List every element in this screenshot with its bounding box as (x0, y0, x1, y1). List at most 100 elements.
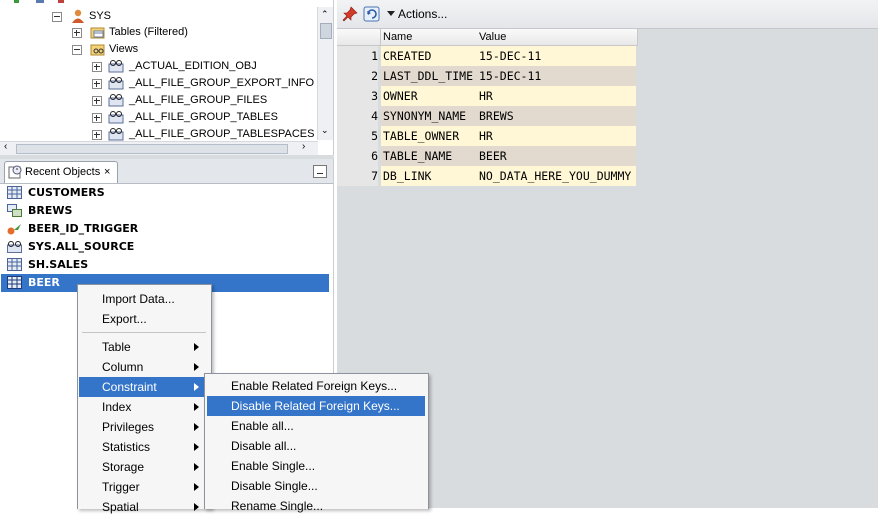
view-icon (108, 76, 124, 90)
menu-item-rename-single[interactable]: Rename Single... (205, 496, 428, 516)
cell-value[interactable]: HR (477, 86, 636, 106)
menu-item-storage[interactable]: Storage (78, 457, 211, 477)
tree-vertical-scrollbar[interactable]: ⌃ ⌄ (317, 7, 333, 140)
grid-corner (337, 29, 381, 46)
column-header-value[interactable]: Value (477, 29, 638, 46)
scroll-thumb[interactable] (16, 144, 288, 154)
row-number: 3 (337, 86, 378, 106)
menu-item-index[interactable]: Index (78, 397, 211, 417)
cell-value[interactable]: BREWS (477, 106, 636, 126)
close-icon[interactable]: × (104, 162, 110, 183)
scroll-up-icon[interactable]: ⌃ (321, 9, 329, 20)
expand-icon[interactable] (92, 130, 102, 140)
cell-name[interactable]: TABLE_NAME (381, 146, 477, 166)
recent-tab-label: Recent Objects (25, 166, 101, 178)
cell-name[interactable]: TABLE_OWNER (381, 126, 477, 146)
expand-icon[interactable] (72, 28, 82, 38)
cell-value[interactable]: NO_DATA_HERE_YOU_DUMMY (477, 166, 636, 186)
menu-item-column[interactable]: Column (78, 357, 211, 377)
menu-item-statistics[interactable]: Statistics (78, 437, 211, 457)
details-toolbar: Actions... (337, 0, 878, 29)
menu-item-constraint[interactable]: Constraint (79, 377, 204, 397)
table-row[interactable]: 3 OWNER HR (337, 86, 637, 106)
cell-name[interactable]: DB_LINK (381, 166, 477, 186)
scroll-right-icon[interactable]: › (302, 141, 305, 152)
menu-item-privileges[interactable]: Privileges (78, 417, 211, 437)
cell-name[interactable]: LAST_DDL_TIME (381, 66, 477, 86)
tree-horizontal-scrollbar[interactable]: ‹ › (0, 141, 318, 155)
trigger-icon (7, 222, 22, 235)
menu-item-label: Disable Related Foreign Keys... (231, 399, 400, 413)
cell-name[interactable]: SYNONYM_NAME (381, 106, 477, 126)
expand-icon[interactable] (92, 113, 102, 123)
tree-node-label: _ALL_FILE_GROUP_TABLES (129, 111, 278, 123)
submenu-arrow-icon (194, 503, 199, 511)
submenu-arrow-icon (194, 443, 199, 451)
table-row[interactable]: 5 TABLE_OWNER HR (337, 126, 637, 146)
list-item[interactable]: SH.SALES (1, 256, 329, 274)
menu-item-trigger[interactable]: Trigger (78, 477, 211, 497)
list-item[interactable]: BREWS (1, 202, 329, 220)
menu-item-label: Trigger (102, 480, 140, 494)
menu-item-export[interactable]: Export... (78, 309, 211, 329)
cell-value[interactable]: 15-DEC-11 (477, 66, 636, 86)
tree-node-label: _ACTUAL_EDITION_OBJ (129, 60, 257, 72)
connections-tree[interactable]: SYS Tables (Filtered) Views _ACTUAL_EDIT… (0, 0, 334, 155)
tab-recent-objects[interactable]: Recent Objects × (4, 161, 118, 183)
list-item[interactable]: SYS.ALL_SOURCE (1, 238, 329, 256)
scroll-left-icon[interactable]: ‹ (4, 141, 7, 152)
table-row[interactable]: 6 TABLE_NAME BEER (337, 146, 637, 166)
menu-item-import-data[interactable]: Import Data... (78, 289, 211, 309)
tree-node-label: SYS (89, 10, 112, 22)
table-icon (7, 258, 22, 271)
cell-name[interactable]: OWNER (381, 86, 477, 106)
expand-icon[interactable] (92, 96, 102, 106)
menu-item-enable-related-foreign-keys[interactable]: Enable Related Foreign Keys... (205, 376, 428, 396)
submenu-arrow-icon (194, 343, 199, 351)
row-number: 5 (337, 126, 378, 146)
menu-item-label: Export... (102, 312, 147, 326)
menu-item-label: Disable Single... (231, 479, 318, 493)
menu-item-disable-all[interactable]: Disable all... (205, 436, 428, 456)
menu-item-label: Spatial (102, 500, 139, 514)
menu-item-enable-all[interactable]: Enable all... (205, 416, 428, 436)
row-number: 2 (337, 66, 378, 86)
table-icon (7, 186, 22, 199)
menu-item-spatial[interactable]: Spatial (78, 497, 211, 517)
menu-item-enable-single[interactable]: Enable Single... (205, 456, 428, 476)
menu-item-label: Privileges (102, 420, 155, 434)
table-row[interactable]: 7 DB_LINK NO_DATA_HERE_YOU_DUMMY (337, 166, 637, 186)
table-row[interactable]: 1 CREATED 15-DEC-11 (337, 46, 637, 66)
submenu-arrow-icon (194, 363, 199, 371)
collapse-icon[interactable] (72, 45, 82, 55)
menu-item-label: Table (102, 340, 131, 354)
view-icon (7, 240, 22, 253)
list-item[interactable]: BEER_ID_TRIGGER (1, 220, 329, 238)
menu-item-disable-related-foreign-keys[interactable]: Disable Related Foreign Keys... (207, 396, 425, 416)
scroll-down-icon[interactable]: ⌄ (321, 125, 329, 136)
tree-node-label: Views (109, 43, 139, 55)
list-item[interactable]: CUSTOMERS (1, 184, 329, 202)
menu-item-disable-single[interactable]: Disable Single... (205, 476, 428, 496)
refresh-icon (14, 0, 19, 3)
menu-item-table[interactable]: Table (78, 337, 211, 357)
table-row[interactable]: 2 LAST_DDL_TIME 15-DEC-11 (337, 66, 637, 86)
cell-name[interactable]: CREATED (381, 46, 477, 66)
list-item-label: BEER_ID_TRIGGER (28, 222, 139, 235)
minimize-panel-button[interactable] (313, 165, 327, 178)
cell-value[interactable]: 15-DEC-11 (477, 46, 636, 66)
column-header-name[interactable]: Name (381, 29, 479, 46)
collapse-icon[interactable] (52, 12, 62, 22)
cell-value[interactable]: HR (477, 126, 636, 146)
tree-node-label: _ALL_FILE_GROUP_EXPORT_INFO (129, 77, 315, 89)
menu-item-label: Storage (102, 460, 145, 474)
scroll-thumb[interactable] (320, 23, 332, 39)
pin-icon[interactable] (342, 6, 358, 22)
expand-icon[interactable] (92, 79, 102, 89)
menu-item-label: Import Data... (102, 292, 175, 306)
delete-icon (58, 0, 64, 3)
cell-value[interactable]: BEER (477, 146, 636, 166)
table-row[interactable]: 4 SYNONYM_NAME BREWS (337, 106, 637, 126)
expand-icon[interactable] (92, 62, 102, 72)
refresh-icon[interactable] (363, 5, 381, 23)
